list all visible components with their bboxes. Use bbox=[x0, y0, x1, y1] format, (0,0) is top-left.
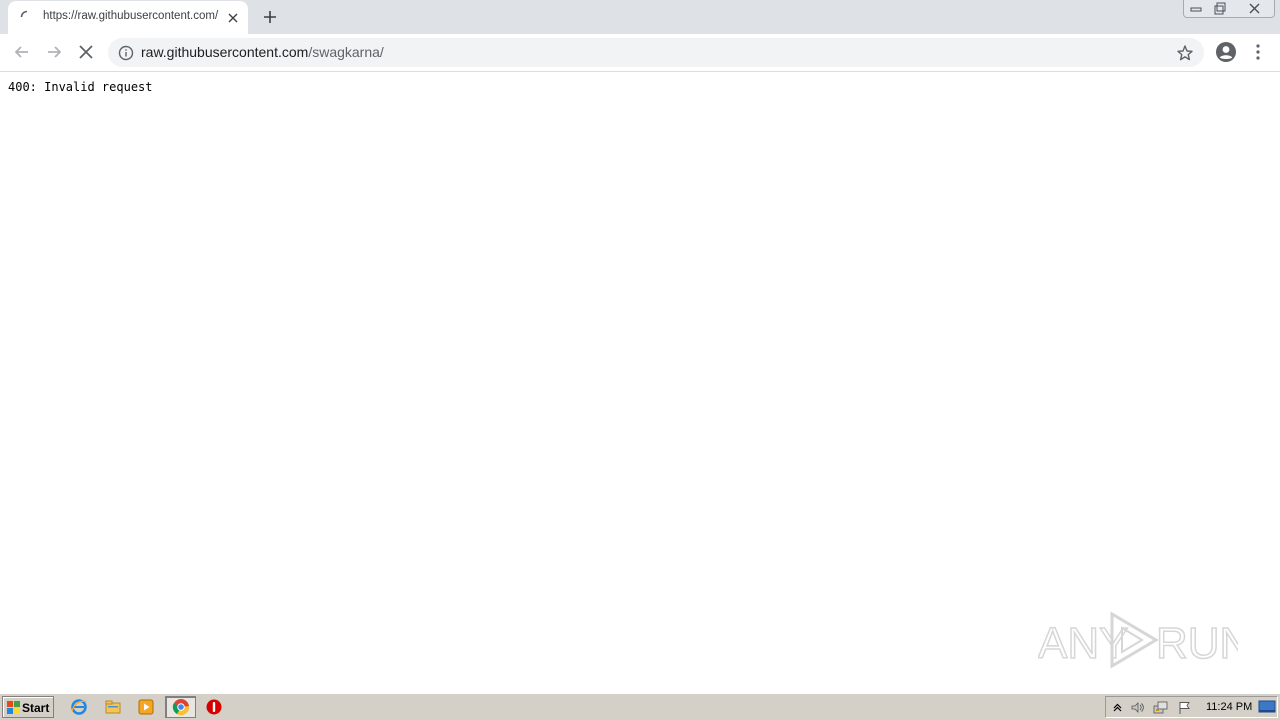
chrome-taskbar-button[interactable] bbox=[165, 696, 196, 718]
address-bar[interactable]: raw.githubusercontent.com/swagkarna/ bbox=[108, 38, 1204, 67]
url-text[interactable]: raw.githubusercontent.com/swagkarna/ bbox=[141, 44, 384, 60]
show-hidden-icons-chevron-icon[interactable] bbox=[1110, 700, 1125, 715]
loading-spinner-icon bbox=[20, 10, 28, 18]
taskbar: Start 11:24 PM bbox=[0, 693, 1280, 720]
url-host: raw.githubusercontent.com bbox=[141, 44, 309, 60]
tab-strip: https://raw.githubusercontent.com/ bbox=[0, 0, 1280, 34]
error-message: 400: Invalid request bbox=[8, 80, 153, 94]
restore-window-icon[interactable] bbox=[1207, 0, 1233, 18]
tab-title: https://raw.githubusercontent.com/ bbox=[43, 10, 219, 22]
new-tab-button[interactable] bbox=[259, 6, 281, 28]
page-content: 400: Invalid request bbox=[0, 72, 1280, 692]
browser-toolbar: raw.githubusercontent.com/swagkarna/ bbox=[0, 34, 1280, 72]
browser-tab[interactable]: https://raw.githubusercontent.com/ bbox=[8, 1, 248, 34]
forward-arrow-icon[interactable] bbox=[44, 42, 64, 62]
taskbar-clock[interactable]: 11:24 PM bbox=[1206, 701, 1252, 713]
watermark-text-left: ANY bbox=[1038, 619, 1128, 668]
windows-logo-icon bbox=[7, 701, 20, 714]
file-explorer-icon[interactable] bbox=[104, 698, 122, 716]
stop-sign-icon[interactable] bbox=[205, 698, 223, 716]
close-window-icon[interactable] bbox=[1236, 0, 1274, 18]
more-options-icon[interactable] bbox=[1250, 42, 1266, 62]
url-path: /swagkarna/ bbox=[308, 44, 384, 60]
action-center-flag-icon[interactable] bbox=[1177, 700, 1192, 715]
minimize-window-icon[interactable] bbox=[1183, 0, 1209, 18]
info-icon[interactable] bbox=[118, 45, 134, 61]
chrome-icon bbox=[172, 699, 189, 716]
close-tab-icon[interactable] bbox=[225, 10, 241, 26]
volume-icon[interactable] bbox=[1130, 700, 1145, 715]
watermark-text-right: RUN bbox=[1156, 619, 1238, 668]
start-label: Start bbox=[22, 701, 50, 715]
profile-avatar-icon[interactable] bbox=[1215, 41, 1237, 63]
back-arrow-icon[interactable] bbox=[12, 42, 32, 62]
bookmark-star-icon[interactable] bbox=[1176, 44, 1194, 62]
show-desktop-icon[interactable] bbox=[1258, 699, 1276, 715]
media-player-icon[interactable] bbox=[137, 698, 155, 716]
start-button[interactable]: Start bbox=[2, 696, 54, 718]
network-icon[interactable] bbox=[1153, 700, 1168, 715]
anyrun-watermark-logo: ANY RUN bbox=[1038, 611, 1238, 669]
stop-loading-icon[interactable] bbox=[76, 42, 96, 62]
internet-explorer-icon[interactable] bbox=[70, 698, 88, 716]
